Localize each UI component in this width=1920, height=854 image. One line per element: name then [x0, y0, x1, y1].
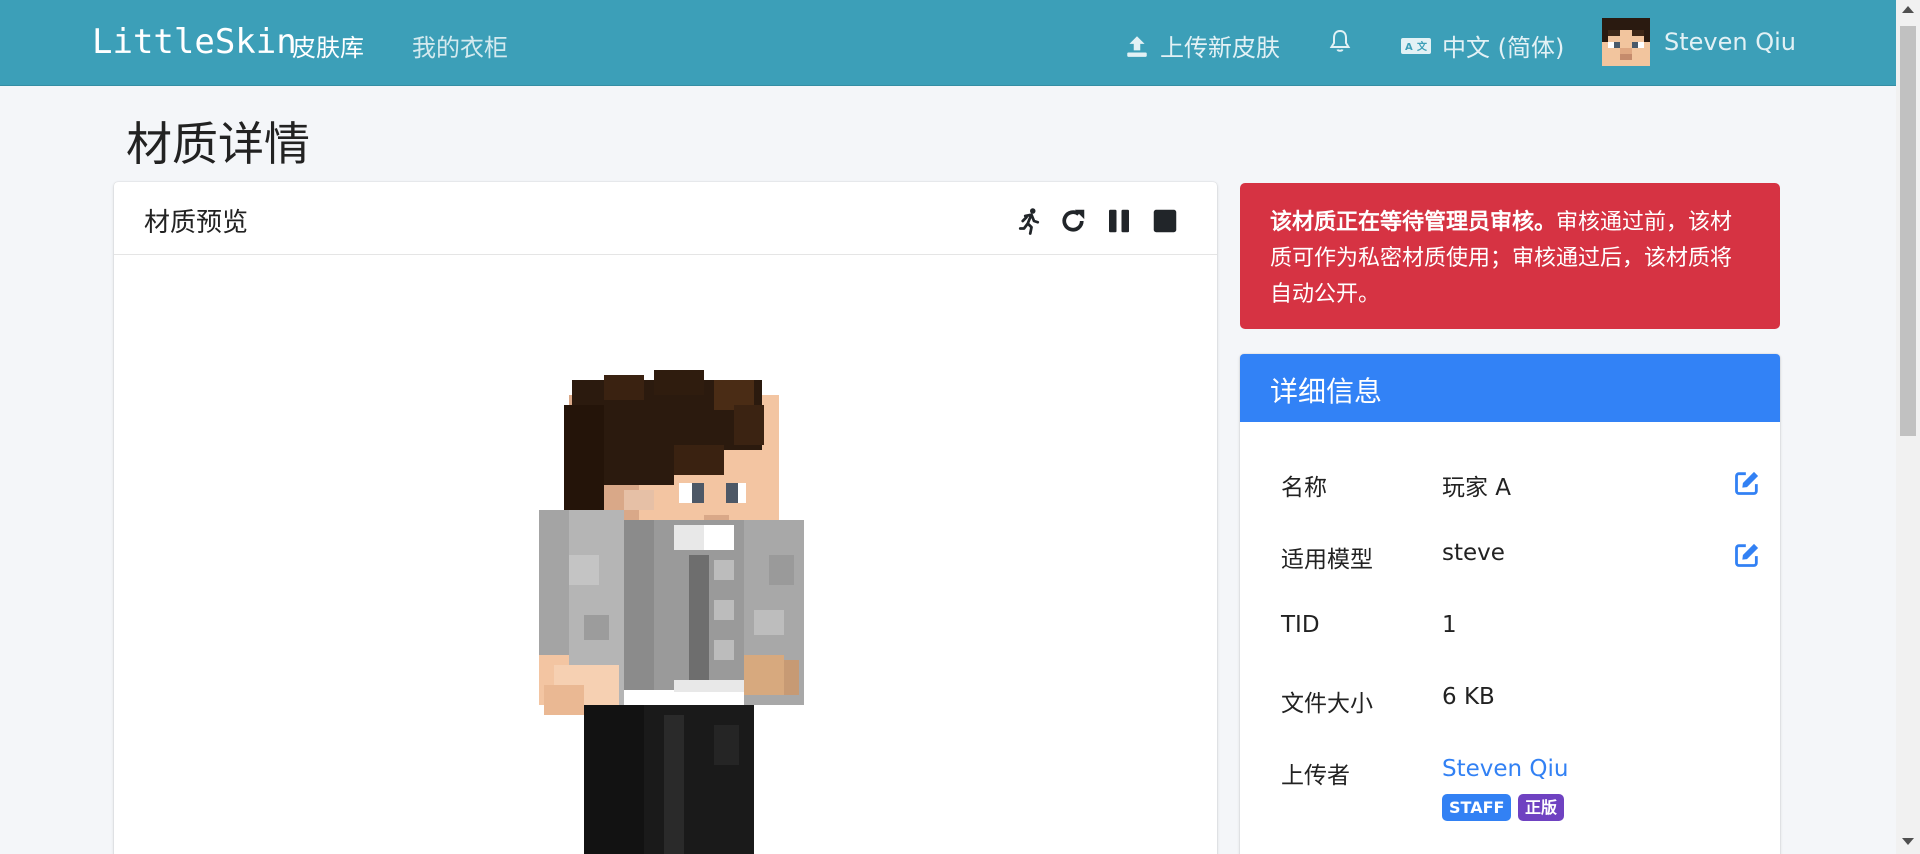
user-name[interactable]: Steven Qiu — [1664, 28, 1796, 56]
skin-left-arm — [539, 510, 624, 715]
scroll-up-arrow[interactable] — [1902, 6, 1914, 13]
nav-wardrobe[interactable]: 我的衣柜 — [412, 28, 508, 63]
premium-badge: 正版 — [1518, 794, 1565, 821]
upload-icon — [1127, 35, 1147, 57]
uploader-link[interactable]: Steven Qiu — [1442, 756, 1569, 782]
pause-icon[interactable] — [1104, 206, 1134, 236]
rotate-icon[interactable] — [1058, 206, 1088, 236]
language-icon: A 文 — [1401, 37, 1431, 54]
preview-card-header: 材质预览 — [114, 182, 1217, 255]
brand-logo[interactable]: LittleSkin — [92, 22, 297, 62]
page-title: 材质详情 — [126, 117, 310, 171]
top-navbar: LittleSkin 皮肤库 我的衣柜 上传新皮肤 A 文 中文 (简体) St… — [0, 0, 1896, 86]
language-label: 中文 (简体) — [1442, 34, 1565, 62]
details-card-header: 详细信息 — [1240, 354, 1780, 422]
detail-value-model: steve — [1442, 540, 1505, 566]
detail-label-size: 文件大小 — [1281, 691, 1373, 717]
run-icon[interactable] — [1014, 206, 1044, 236]
edit-name-icon[interactable] — [1732, 469, 1762, 497]
bell-icon — [1329, 29, 1351, 52]
edit-model-icon[interactable] — [1732, 541, 1762, 569]
staff-badge: STAFF — [1442, 794, 1512, 821]
detail-label-model: 适用模型 — [1281, 547, 1373, 573]
alert-bold-text: 该材质正在等待管理员审核。 — [1270, 210, 1557, 235]
detail-label-tid: TID — [1281, 612, 1320, 638]
svg-text:文: 文 — [1417, 40, 1428, 53]
detail-label-name: 名称 — [1281, 475, 1327, 501]
stop-icon[interactable] — [1150, 206, 1180, 236]
svg-text:A: A — [1405, 42, 1413, 53]
language-selector[interactable]: A 文 中文 (简体) — [1400, 28, 1564, 63]
details-card: 详细信息 名称 玩家 A 适用模型 steve TID 1 文件大小 6 KB … — [1240, 354, 1780, 854]
skin-right-arm — [744, 520, 804, 705]
upload-skin-link[interactable]: 上传新皮肤 — [1124, 28, 1280, 63]
detail-value-tid: 1 — [1442, 612, 1457, 638]
skin-model-render — [539, 370, 804, 854]
nav-skin-library[interactable]: 皮肤库 — [292, 28, 364, 63]
user-avatar[interactable] — [1602, 18, 1650, 66]
pending-review-alert: 该材质正在等待管理员审核。审核通过前，该材质可作为私密材质使用；审核通过后，该材… — [1240, 183, 1780, 329]
preview-card: 材质预览 — [114, 182, 1217, 854]
detail-value-name: 玩家 A — [1442, 475, 1512, 501]
upload-label: 上传新皮肤 — [1160, 34, 1280, 62]
detail-label-uploader: 上传者 — [1281, 763, 1350, 789]
scroll-thumb[interactable] — [1900, 26, 1916, 436]
notifications-button[interactable] — [1328, 28, 1352, 54]
scroll-down-arrow[interactable] — [1902, 838, 1914, 845]
detail-value-size: 6 KB — [1442, 684, 1495, 710]
preview-title: 材质预览 — [144, 208, 249, 238]
skin-legs — [584, 705, 754, 854]
skin-3d-viewer[interactable] — [114, 255, 1217, 854]
